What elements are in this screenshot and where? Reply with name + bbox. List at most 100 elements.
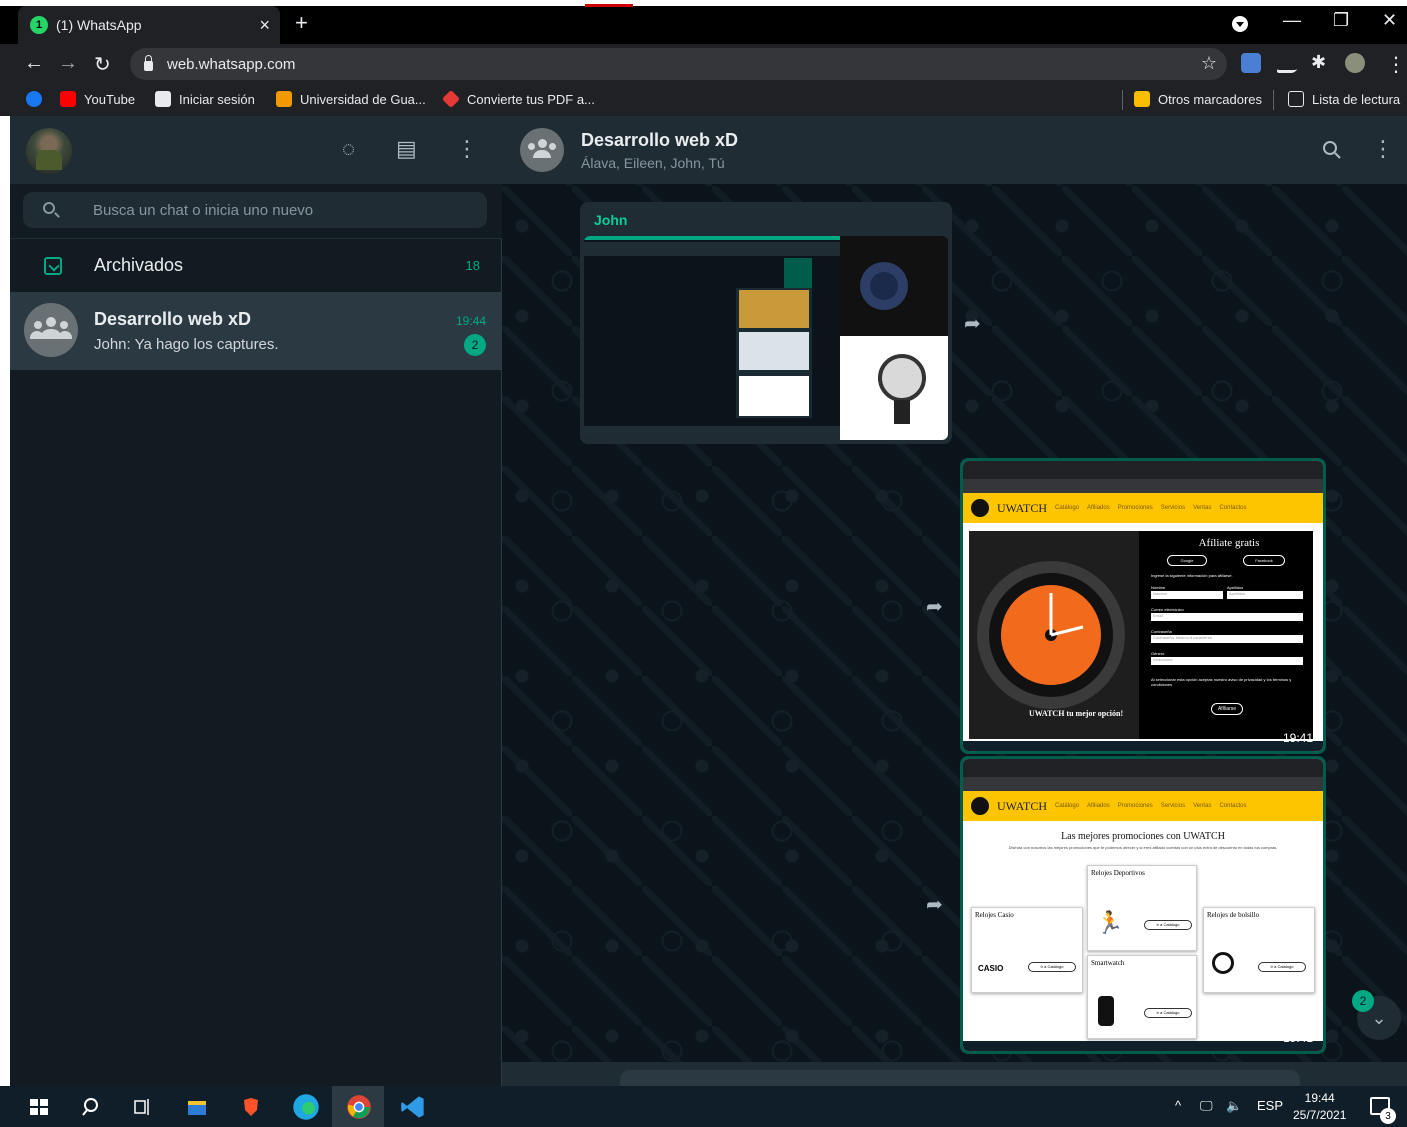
search-icon — [43, 202, 55, 214]
bookmark-youtube[interactable]: YouTube — [60, 91, 135, 107]
archived-count: 18 — [465, 258, 480, 273]
screenshot-browser-bar — [963, 461, 1323, 479]
conversation-header[interactable]: Desarrollo web xD Álava, Eileen, John, T… — [502, 116, 1407, 184]
bookmark-other[interactable]: Otros marcadores — [1134, 91, 1262, 107]
avatar-person-head — [34, 321, 42, 329]
form-label: Contraseña — [1151, 629, 1172, 634]
forward-icon[interactable]: ➦ — [926, 594, 943, 619]
chat-list-item[interactable]: Desarrollo web xD John: Ya hago los capt… — [10, 292, 502, 370]
reload-icon[interactable]: ↻ — [94, 52, 111, 77]
casio-logo: CASIO — [978, 964, 1004, 973]
sidebar-header: ◌ ▤ ⋮ — [10, 116, 502, 184]
tab-search-icon[interactable] — [1232, 16, 1248, 32]
search-icon[interactable] — [1322, 140, 1342, 164]
folder-icon — [1134, 91, 1150, 107]
bookmark-universidad[interactable]: Universidad de Gua... — [276, 91, 426, 107]
menu-icon[interactable]: ⋮ — [456, 138, 478, 160]
menu-icon[interactable]: ⋮ — [1372, 138, 1394, 160]
promo-intro: Disfruta con nosotros las mejores promoc… — [1008, 845, 1278, 850]
file-explorer-icon[interactable] — [186, 1096, 208, 1118]
color-picker-extension-icon[interactable] — [1275, 53, 1307, 73]
message-incoming[interactable]: John — [580, 202, 952, 444]
forward-icon[interactable]: → — [58, 52, 78, 75]
notification-count: 3 — [1380, 1108, 1396, 1124]
show-hidden-icons-icon[interactable]: ^ — [1175, 1098, 1181, 1113]
message-outgoing[interactable]: UWATCH Catálogo Afiliados Promociones Se… — [960, 756, 1326, 1054]
browser-menu-icon[interactable]: ⋮ — [1386, 52, 1406, 77]
brave-browser-icon[interactable] — [240, 1096, 262, 1118]
avatar-person-body — [30, 331, 44, 339]
extensions-puzzle-icon[interactable]: ✱ — [1311, 52, 1326, 73]
bookmark-star-icon[interactable]: ☆ — [1201, 53, 1217, 74]
bookmarks-bar: YouTube Iniciar sesión Universidad de Gu… — [0, 84, 1407, 116]
clock-date: 25/7/2021 — [1293, 1108, 1347, 1122]
promo-card: Relojes Casio CASIO Ir a Catálogo — [971, 907, 1083, 993]
chat-last-message: John: Ya hago los captures. — [94, 336, 279, 353]
avatar[interactable] — [26, 128, 72, 174]
group-avatar-icon — [24, 303, 78, 357]
uwatch-menu-item: Ventas — [1193, 505, 1212, 511]
windows-taskbar: ^ 🖵 🔈 ESP 19:44 25/7/2021 3 — [0, 1086, 1407, 1127]
edge-browser-icon[interactable] — [292, 1093, 320, 1121]
status-icon[interactable]: ◌ — [342, 138, 355, 160]
uwatch-navbar: UWATCH Catálogo Afiliados Promociones Se… — [963, 493, 1323, 523]
form-label: Apellidos — [1227, 585, 1244, 590]
message-image[interactable] — [584, 236, 948, 440]
uwatch-menu-item: Afiliados — [1087, 803, 1110, 809]
screenshot-taskbar — [963, 741, 1323, 751]
windows-start-icon[interactable] — [28, 1096, 50, 1118]
name-field: Nombre — [1151, 591, 1223, 599]
forward-icon[interactable]: ➦ — [926, 892, 943, 917]
tab-whatsapp[interactable]: 1 (1) WhatsApp × — [18, 6, 280, 44]
scroll-unread-badge: 2 — [1352, 990, 1374, 1012]
search-input[interactable]: Busca un chat o inicia uno nuevo — [23, 192, 487, 228]
address-bar[interactable]: web.whatsapp.com ☆ — [130, 48, 1227, 80]
tab-close-icon[interactable]: × — [259, 15, 270, 36]
form-label: Correo electrónico — [1151, 607, 1184, 612]
password-field: Contraseña. Minimo 8 caracteres — [1151, 635, 1303, 643]
new-chat-icon[interactable]: ▤ — [396, 138, 417, 160]
language-indicator[interactable]: ESP — [1257, 1098, 1283, 1113]
message-image[interactable]: UWATCH Catálogo Afiliados Promociones Se… — [963, 759, 1323, 1051]
archive-icon — [44, 257, 62, 275]
bookmark-pdf[interactable]: Convierte tus PDF a... — [441, 89, 595, 109]
volume-icon[interactable]: 🔈 — [1226, 1098, 1242, 1114]
close-window-icon[interactable]: ✕ — [1382, 10, 1397, 31]
profile-avatar-icon[interactable] — [1345, 53, 1365, 73]
avatar-person-head — [549, 143, 556, 150]
restore-icon[interactable]: ❐ — [1333, 10, 1349, 31]
network-icon[interactable]: 🖵 — [1200, 1098, 1213, 1114]
bookmark-iniciar-sesion[interactable]: Iniciar sesión — [155, 91, 255, 107]
back-icon[interactable]: ← — [24, 52, 44, 75]
message-input[interactable] — [620, 1070, 1300, 1086]
message-image[interactable]: UWATCH Catálogo Afiliados Promociones Se… — [963, 461, 1323, 751]
avatar-person-head — [60, 321, 68, 329]
bookmark-facebook[interactable] — [26, 91, 50, 107]
reading-list-icon — [1288, 91, 1304, 107]
system-clock[interactable]: 19:44 25/7/2021 — [1293, 1090, 1346, 1124]
bookmark-reading-list[interactable]: Lista de lectura — [1288, 91, 1400, 107]
message-time: 19:41 — [1282, 1031, 1313, 1045]
bookmark-label: YouTube — [84, 91, 136, 107]
youtube-icon — [60, 91, 76, 107]
minimize-icon[interactable]: — — [1283, 10, 1301, 31]
group-avatar-icon[interactable] — [520, 128, 564, 172]
message-outgoing[interactable]: UWATCH Catálogo Afiliados Promociones Se… — [960, 458, 1326, 754]
new-tab-button[interactable]: + — [295, 12, 308, 34]
translate-extension-icon[interactable] — [1241, 53, 1261, 73]
uwatch-tagline: UWATCH tu mejor opción! — [1029, 709, 1124, 718]
uwatch-menu-item: Servicios — [1160, 803, 1186, 809]
screenshot-address-bar — [963, 777, 1323, 791]
uwatch-menu-item: Catálogo — [1055, 505, 1080, 511]
recording-indicator — [585, 4, 633, 7]
lock-icon[interactable] — [144, 55, 153, 71]
message-sender: John — [594, 212, 628, 228]
smartwatch-icon — [1098, 996, 1114, 1026]
vscode-icon[interactable] — [400, 1094, 426, 1120]
search-icon[interactable] — [80, 1096, 102, 1118]
chrome-browser-icon[interactable] — [346, 1094, 372, 1120]
group-members: Álava, Eileen, John, Tú — [581, 155, 725, 171]
forward-icon[interactable]: ➦ — [964, 311, 981, 336]
task-view-icon[interactable] — [132, 1096, 154, 1118]
archived-row[interactable]: Archivados 18 — [10, 238, 502, 292]
